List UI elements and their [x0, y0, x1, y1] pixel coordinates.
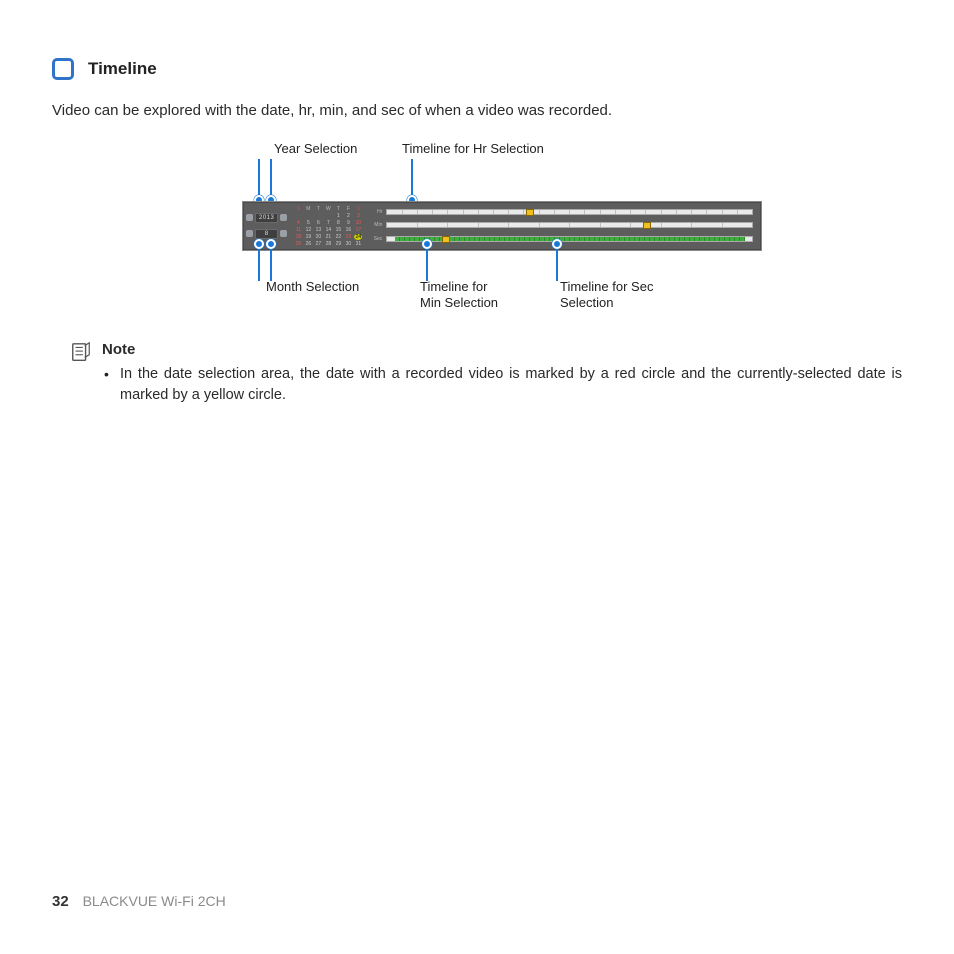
year-next-button[interactable]	[280, 214, 287, 221]
note-body: Note In the date selection area, the dat…	[102, 341, 902, 408]
cal-head: W	[324, 206, 332, 212]
timeline-ui-preview: 2013 8 S M T W T F S	[242, 201, 762, 251]
timeline-diagram: Year Selection Timeline for Hr Selection…	[52, 141, 902, 321]
cal-head-sat: S	[354, 206, 362, 212]
note-icon	[70, 341, 92, 363]
calendar-grid: S M T W T F S 123 45678910 1112131415161…	[290, 202, 366, 250]
label-year-selection: Year Selection	[274, 141, 357, 157]
square-bullet-icon	[52, 58, 74, 80]
month-next-button[interactable]	[280, 230, 287, 237]
year-prev-button[interactable]	[246, 214, 253, 221]
intro-paragraph: Video can be explored with the date, hr,…	[52, 100, 902, 123]
cal-head: F	[344, 206, 352, 212]
min-marker[interactable]	[643, 222, 651, 229]
page-number: 32	[52, 893, 69, 910]
hr-track-label: Hr	[370, 209, 382, 215]
cal-head: M	[304, 206, 312, 212]
min-track[interactable]	[386, 222, 753, 228]
note-block: Note In the date selection area, the dat…	[70, 341, 902, 408]
year-value: 2013	[255, 213, 278, 223]
cal-head-sun: S	[294, 206, 302, 212]
page-footer: 32 BLACKVUE Wi-Fi 2CH	[52, 893, 226, 910]
heading-text: Timeline	[88, 59, 157, 79]
calendar-selected-day[interactable]: 24	[354, 234, 362, 240]
cal-head: T	[314, 206, 322, 212]
sec-track[interactable]	[386, 236, 753, 242]
min-track-row: Min	[370, 222, 753, 228]
hr-track-row: Hr	[370, 209, 753, 215]
product-name: BLACKVUE Wi-Fi 2CH	[83, 893, 226, 909]
label-hr-selection: Timeline for Hr Selection	[402, 141, 544, 157]
section-heading: Timeline	[52, 58, 902, 80]
hr-marker[interactable]	[526, 209, 534, 216]
sec-marker[interactable]	[442, 236, 450, 243]
label-month-selection: Month Selection	[266, 279, 359, 295]
sec-track-label: Sec	[370, 236, 382, 242]
label-sec-selection: Timeline for Sec Selection	[560, 279, 653, 312]
min-track-label: Min	[370, 222, 382, 228]
note-title: Note	[102, 341, 902, 358]
month-value: 8	[255, 229, 278, 239]
note-bullet: In the date selection area, the date wit…	[102, 364, 902, 408]
label-min-selection: Timeline for Min Selection	[420, 279, 498, 312]
hr-track[interactable]	[386, 209, 753, 215]
month-prev-button[interactable]	[246, 230, 253, 237]
cal-head: T	[334, 206, 342, 212]
